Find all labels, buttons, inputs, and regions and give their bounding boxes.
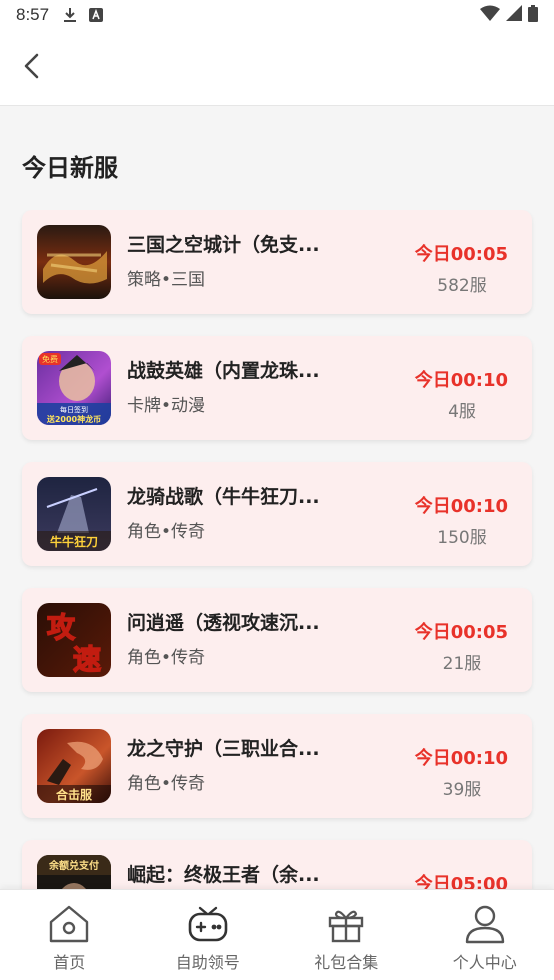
game-tags: 角色•传奇 <box>127 522 206 542</box>
tab-label: 自助领号 <box>175 953 240 972</box>
game-icon-sanguo <box>37 225 111 299</box>
wifi-icon <box>480 5 500 25</box>
tab-home[interactable]: 首页 <box>0 890 139 980</box>
game-name: 龙之守护（三职业合... <box>127 738 320 760</box>
game-name: 三国之空城计（免支... <box>127 234 320 256</box>
game-card[interactable]: 余额兑支付 崛起：终极王者（余... 今日05:00 <box>22 840 532 890</box>
tab-gift-collection[interactable]: 礼包合集 <box>277 890 416 980</box>
icon-caption-text: 余额兑支付 <box>48 859 99 872</box>
server-number: 21服 <box>442 654 482 674</box>
open-time: 今日00:10 <box>414 370 508 391</box>
game-tags: 角色•传奇 <box>127 648 206 668</box>
a-icon <box>89 8 104 22</box>
game-icon-zhangu: 免费 每日签到 送2000神龙币 <box>37 351 111 425</box>
icon-caption-text: 每日签到 <box>60 405 88 414</box>
game-name: 龙骑战歌（牛牛狂刀... <box>127 486 320 508</box>
home-icon <box>47 902 91 946</box>
game-card[interactable]: 牛牛狂刀 龙骑战歌（牛牛狂刀... 角色•传奇 今日00:10 150服 <box>22 462 532 566</box>
game-card[interactable]: 攻 速 问逍遥（透视攻速沉... 角色•传奇 今日00:05 21服 <box>22 588 532 692</box>
icon-caption-text: 送2000神龙币 <box>46 414 101 424</box>
gamepad-icon <box>186 902 230 946</box>
server-number: 150服 <box>437 528 487 548</box>
game-name: 战鼓英雄（内置龙珠... <box>127 360 320 382</box>
chevron-left-icon <box>22 52 42 84</box>
icon-caption-text: 牛牛狂刀 <box>50 534 98 549</box>
download-icon <box>63 7 77 23</box>
tab-label: 礼包合集 <box>314 953 379 972</box>
game-icon-longzhi: 合击服 <box>37 729 111 803</box>
game-icon-wenxiaoyao: 攻 速 <box>37 603 111 677</box>
gift-icon <box>324 902 368 946</box>
status-bar: 8:57 <box>0 0 554 30</box>
open-time: 今日00:10 <box>414 496 508 517</box>
server-number: 39服 <box>442 780 482 800</box>
status-time: 8:57 <box>16 5 50 24</box>
open-time: 今日00:05 <box>414 622 508 643</box>
game-card[interactable]: 合击服 龙之守护（三职业合... 角色•传奇 今日00:10 39服 <box>22 714 532 818</box>
server-number: 4服 <box>448 402 476 422</box>
signal-icon <box>506 5 522 25</box>
game-icon-jueqi: 余额兑支付 <box>37 855 111 890</box>
server-number: 582服 <box>437 276 487 296</box>
game-name: 问逍遥（透视攻速沉... <box>127 612 320 634</box>
game-tags: 角色•传奇 <box>127 774 206 794</box>
icon-badge-text: 免费 <box>42 354 58 364</box>
game-tags: 策略•三国 <box>127 270 206 290</box>
game-card[interactable]: 免费 每日签到 送2000神龙币 战鼓英雄（内置龙珠... 卡牌•动漫 今日00… <box>22 336 532 440</box>
tab-label: 个人中心 <box>452 953 517 972</box>
tab-personal-center[interactable]: 个人中心 <box>416 890 554 980</box>
icon-caption-text: 合击服 <box>56 787 93 802</box>
bottom-tab-bar: 首页 自助领号 礼包合集 个人中心 <box>0 889 554 980</box>
section-title: 今日新服 <box>22 154 118 182</box>
icon-caption-text: 速 <box>73 643 101 676</box>
game-tags: 卡牌•动漫 <box>127 396 206 416</box>
tab-self-service[interactable]: 自助领号 <box>139 890 278 980</box>
battery-icon <box>528 4 538 26</box>
open-time: 今日00:05 <box>414 244 508 265</box>
game-list[interactable]: 三国之空城计（免支... 策略•三国 今日00:05 582服 免费 每日签到 … <box>0 210 554 890</box>
game-icon-longqi: 牛牛狂刀 <box>37 477 111 551</box>
game-name: 崛起：终极王者（余... <box>127 864 320 886</box>
open-time: 今日00:10 <box>414 748 508 769</box>
tab-label: 首页 <box>53 953 86 972</box>
user-icon <box>463 902 507 946</box>
icon-caption-text: 攻 <box>47 611 76 644</box>
back-button[interactable] <box>14 50 50 86</box>
game-card[interactable]: 三国之空城计（免支... 策略•三国 今日00:05 582服 <box>22 210 532 314</box>
open-time: 今日05:00 <box>414 874 508 890</box>
app-bar <box>0 30 554 106</box>
